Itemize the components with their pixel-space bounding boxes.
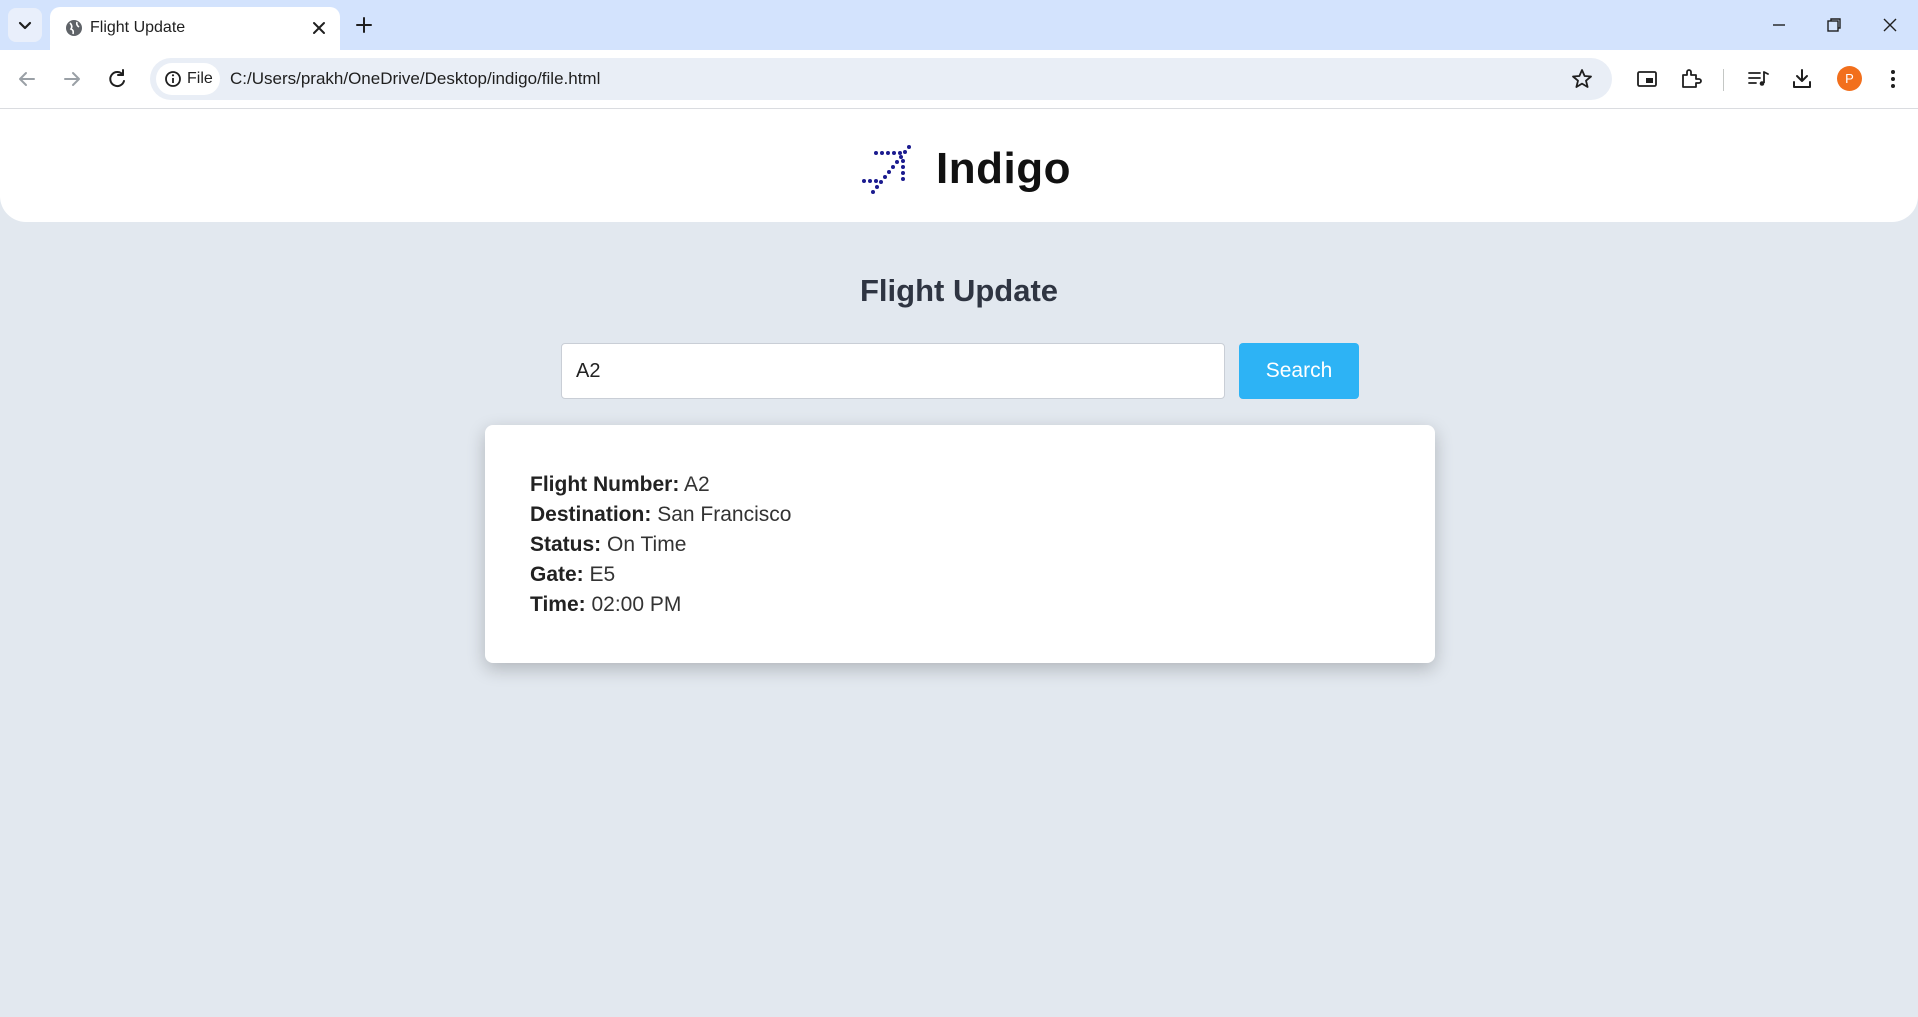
address-bar[interactable]: File C:/Users/prakh/OneDrive/Desktop/ind… bbox=[150, 58, 1612, 100]
status-row: Status: On Time bbox=[530, 530, 791, 560]
globe-icon bbox=[66, 20, 82, 36]
picture-in-picture-icon[interactable] bbox=[1634, 66, 1660, 92]
more-menu-icon[interactable] bbox=[1880, 66, 1906, 92]
flight-info-list: Flight Number: A2 Destination: San Franc… bbox=[530, 470, 791, 620]
toolbar-divider bbox=[1723, 69, 1724, 91]
indigo-logo-icon bbox=[862, 145, 911, 194]
site-info-chip[interactable]: File bbox=[156, 63, 220, 95]
browser-toolbar: File C:/Users/prakh/OneDrive/Desktop/ind… bbox=[0, 50, 1918, 109]
chevron-down-icon bbox=[18, 21, 32, 30]
status-value: On Time bbox=[607, 533, 687, 556]
back-arrow-icon[interactable] bbox=[14, 66, 40, 92]
browser-tab[interactable]: Flight Update bbox=[50, 7, 340, 50]
flight-number-row: Flight Number: A2 bbox=[530, 470, 791, 500]
destination-label: Destination: bbox=[530, 503, 652, 526]
destination-row: Destination: San Francisco bbox=[530, 500, 791, 530]
profile-avatar[interactable]: P bbox=[1837, 66, 1862, 91]
bookmark-star-icon[interactable] bbox=[1570, 67, 1594, 91]
gate-row: Gate: E5 bbox=[530, 560, 791, 590]
brand[interactable]: Indigo bbox=[860, 139, 1071, 199]
download-icon[interactable] bbox=[1789, 66, 1815, 92]
close-window-icon[interactable] bbox=[1877, 12, 1903, 38]
minimize-icon[interactable] bbox=[1766, 12, 1792, 38]
close-tab-icon[interactable] bbox=[310, 19, 328, 37]
tab-title: Flight Update bbox=[90, 19, 186, 36]
search-button[interactable]: Search bbox=[1239, 343, 1359, 399]
flight-number-label: Flight Number: bbox=[530, 473, 680, 496]
gate-value: E5 bbox=[589, 563, 616, 586]
time-row: Time: 02:00 PM bbox=[530, 590, 791, 620]
tab-strip: Flight Update bbox=[0, 0, 1918, 50]
site-chip-label: File bbox=[187, 70, 213, 87]
extensions-icon[interactable] bbox=[1678, 66, 1704, 92]
time-value: 02:00 PM bbox=[591, 593, 682, 616]
info-icon bbox=[165, 71, 181, 87]
restore-icon[interactable] bbox=[1821, 12, 1847, 38]
site-header: Indigo bbox=[0, 109, 1918, 222]
destination-value: San Francisco bbox=[657, 503, 792, 526]
time-label: Time: bbox=[530, 593, 586, 616]
gate-label: Gate: bbox=[530, 563, 584, 586]
url-text[interactable]: C:/Users/prakh/OneDrive/Desktop/indigo/f… bbox=[230, 69, 600, 89]
forward-arrow-icon[interactable] bbox=[59, 66, 85, 92]
media-controls-icon[interactable] bbox=[1745, 66, 1771, 92]
flight-search-input[interactable] bbox=[561, 343, 1225, 399]
flight-result-card: Flight Number: A2 Destination: San Franc… bbox=[485, 425, 1435, 663]
status-label: Status: bbox=[530, 533, 602, 556]
tab-search-button[interactable] bbox=[8, 8, 42, 42]
new-tab-icon[interactable] bbox=[352, 13, 376, 37]
page-title: Flight Update bbox=[859, 273, 1059, 308]
brand-name: Indigo bbox=[936, 144, 1071, 193]
reload-icon[interactable] bbox=[104, 66, 130, 92]
flight-number-value: A2 bbox=[684, 473, 710, 496]
